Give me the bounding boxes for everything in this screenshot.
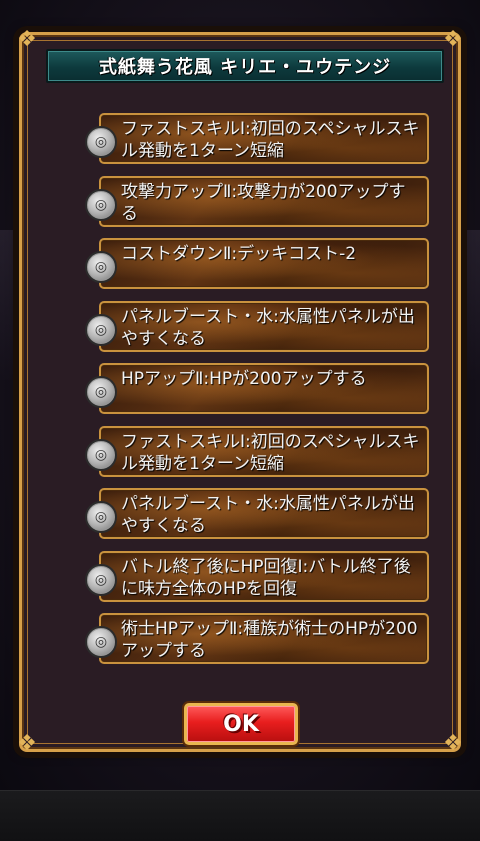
skill-icon: ◎ xyxy=(85,251,117,283)
skill-icon: ◎ xyxy=(85,376,117,408)
skill-list: ◎ ファストスキルⅠ:初回のスペシャルスキル発動を1ターン短縮 ◎ 攻撃力アップ… xyxy=(22,35,458,749)
list-item: ◎ 攻撃力アップⅡ:攻撃力が200アップする xyxy=(85,176,429,227)
skill-description: 術士HPアップⅡ:種族が術士のHPが200アップする xyxy=(121,619,418,661)
skill-description: ファストスキルⅠ:初回のスペシャルスキル発動を1ターン短縮 xyxy=(121,119,420,161)
skill-dialog: ❖ ❖ ❖ ❖ 式紙舞う花風 キリエ・ユウテンジ ◎ ファストスキルⅠ:初回のス… xyxy=(17,27,463,756)
list-item: ◎ ファストスキルⅠ:初回のスペシャルスキル発動を1ターン短縮 xyxy=(85,113,429,164)
ok-button-label: OK xyxy=(223,711,259,737)
skill-icon: ◎ xyxy=(85,126,117,158)
skill-icon: ◎ xyxy=(85,626,117,658)
skill-description: バトル終了後にHP回復Ⅰ:バトル終了後に味方全体のHPを回復 xyxy=(121,557,411,599)
skill-description: パネルブースト・水:水属性パネルが出やすくなる xyxy=(121,307,415,349)
list-item: ◎ 術士HPアップⅡ:種族が術士のHPが200アップする xyxy=(85,613,429,664)
list-item: ◎ パネルブースト・水:水属性パネルが出やすくなる xyxy=(85,301,429,352)
list-item: ◎ コストダウンⅡ:デッキコスト-2 xyxy=(85,238,429,289)
skill-icon: ◎ xyxy=(85,314,117,346)
list-item: ◎ パネルブースト・水:水属性パネルが出やすくなる xyxy=(85,488,429,539)
ok-button[interactable]: OK xyxy=(184,703,298,745)
system-navigation-bar xyxy=(0,790,480,841)
list-item: ◎ バトル終了後にHP回復Ⅰ:バトル終了後に味方全体のHPを回復 xyxy=(85,551,429,602)
skill-icon: ◎ xyxy=(85,564,117,596)
skill-icon: ◎ xyxy=(85,439,117,471)
list-item: ◎ ファストスキルⅠ:初回のスペシャルスキル発動を1ターン短縮 xyxy=(85,426,429,477)
skill-icon: ◎ xyxy=(85,189,117,221)
skill-description: コストダウンⅡ:デッキコスト-2 xyxy=(121,244,357,264)
skill-description: 攻撃力アップⅡ:攻撃力が200アップする xyxy=(121,182,406,224)
skill-description: パネルブースト・水:水属性パネルが出やすくなる xyxy=(121,494,415,536)
list-item: ◎ HPアップⅡ:HPが200アップする xyxy=(85,363,429,414)
skill-description: HPアップⅡ:HPが200アップする xyxy=(121,369,367,389)
skill-description: ファストスキルⅠ:初回のスペシャルスキル発動を1ターン短縮 xyxy=(121,432,420,474)
skill-icon: ◎ xyxy=(85,501,117,533)
